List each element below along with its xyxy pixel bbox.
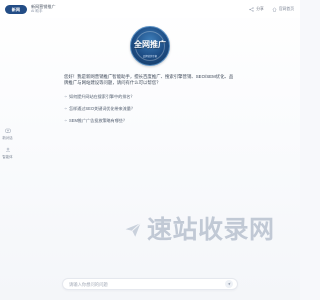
- top-actions: 分享 官网首页: [249, 7, 294, 12]
- message-input[interactable]: [69, 281, 219, 287]
- sidebar-item-new-chat[interactable]: 新对话: [0, 128, 15, 140]
- hero-badge-text: 全网推广: [134, 40, 166, 49]
- arrow-right-icon: [64, 119, 67, 122]
- brand-logo[interactable]: 新网: [5, 4, 27, 14]
- arrow-right-icon: [64, 95, 67, 98]
- home-link[interactable]: 官网首页: [272, 7, 294, 12]
- hero-badge-area: 全网推广 品牌营销专家: [0, 19, 300, 73]
- left-sidebar: 新对话 智能体: [0, 128, 15, 159]
- assistant-intro: 您好！我是新网营销推广智能助手，擅长百度推广、搜索引擎营销、SEO/SEM优化、…: [64, 74, 234, 86]
- watermark: 速站收录网: [124, 210, 284, 250]
- top-bar: 新网 新网营销推广 AI 助手 分享 官网首页: [0, 0, 300, 18]
- arrow-right-icon: [64, 107, 67, 110]
- suggested-questions: 如何提升网站在搜索引擎中的排名？ 怎样通过SEO关键词优化带来流量？ SEM推广…: [64, 94, 234, 124]
- suggested-question-3[interactable]: SEM推广广告投放策略有哪些？: [64, 118, 234, 124]
- suggested-question-3-label: SEM推广广告投放策略有哪些？: [69, 117, 127, 123]
- sidebar-item-agent-label: 智能体: [2, 155, 13, 159]
- app-page: 新网 新网营销推广 AI 助手 分享 官网首页 新对话 智能体 全网推广 品牌营…: [0, 0, 300, 300]
- send-button[interactable]: [225, 280, 233, 288]
- watermark-text: 速站收录网: [147, 215, 275, 244]
- hero-badge-slogan: 品牌营销专家: [142, 55, 158, 58]
- share-button[interactable]: 分享: [249, 7, 264, 12]
- suggested-question-1-label: 如何提升网站在搜索引擎中的排名？: [69, 93, 135, 99]
- message-composer: [62, 278, 238, 290]
- sidebar-item-new-chat-label: 新对话: [2, 136, 13, 140]
- chat-content: 您好！我是新网营销推广智能助手，擅长百度推广、搜索引擎营销、SEO/SEM优化、…: [64, 74, 234, 124]
- suggested-question-1[interactable]: 如何提升网站在搜索引擎中的排名？: [64, 94, 234, 100]
- sidebar-item-agent[interactable]: 智能体: [0, 147, 15, 159]
- suggested-question-2[interactable]: 怎样通过SEO关键词优化带来流量？: [64, 106, 234, 112]
- paper-plane-icon: [125, 222, 141, 237]
- share-icon: [249, 6, 254, 12]
- hero-badge: 全网推广 品牌营销专家: [130, 26, 170, 66]
- suggested-question-2-label: 怎样通过SEO关键词优化带来流量？: [69, 105, 135, 111]
- send-icon: [227, 282, 231, 286]
- home-label: 官网首页: [278, 6, 294, 11]
- agent-icon: [5, 147, 10, 153]
- home-icon: [272, 6, 277, 11]
- share-label: 分享: [256, 6, 264, 11]
- new-chat-icon: [5, 128, 10, 134]
- brand-block: 新网营销推广 AI 助手: [31, 4, 56, 14]
- brand-subtitle: AI 助手: [31, 8, 43, 13]
